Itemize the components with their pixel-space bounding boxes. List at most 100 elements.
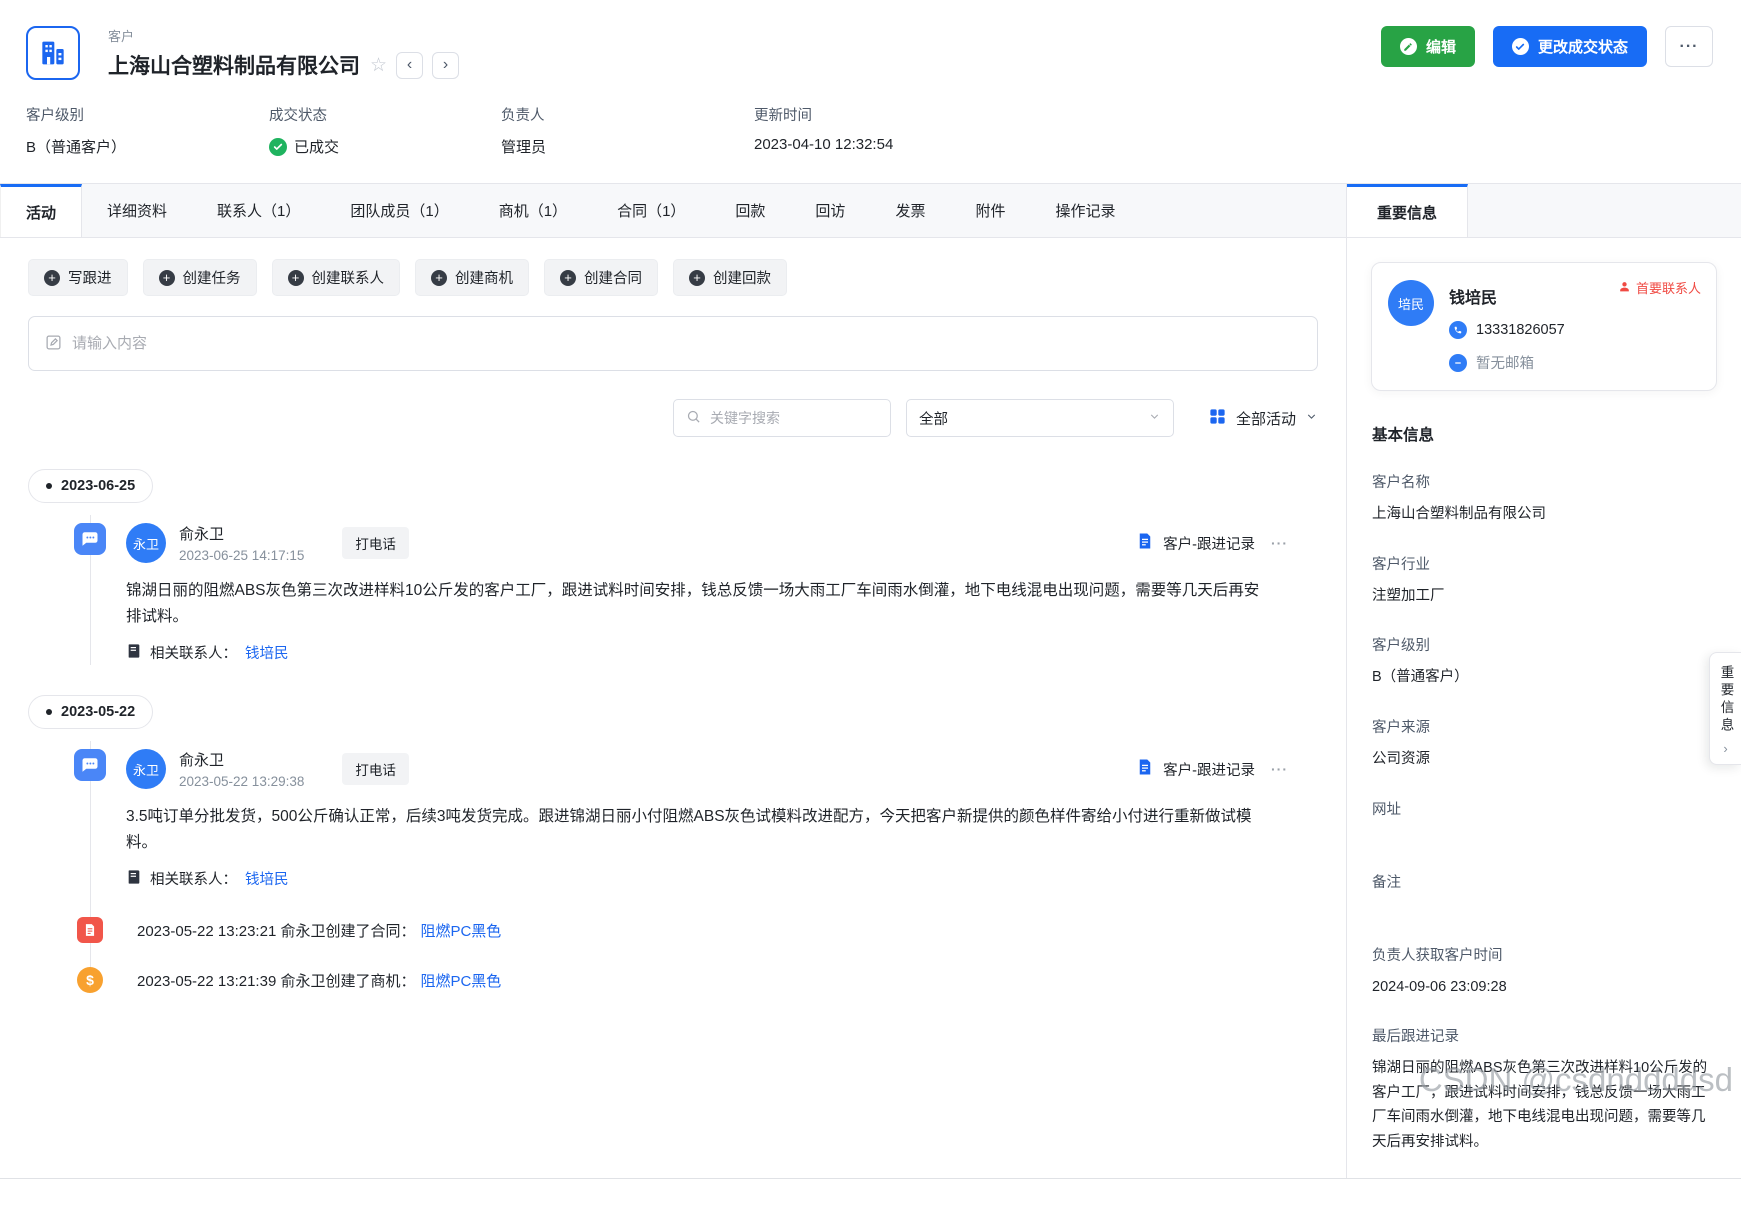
info-label: 负责人获取客户时间 — [1372, 947, 1503, 964]
record-content: 3.5吨订单分批发货，500公斤确认正常，后续3吨发货完成。跟进锦湖日丽小付阻燃… — [126, 808, 1252, 851]
tab-receivables[interactable]: 回款 — [710, 184, 790, 237]
create-task-button[interactable]: + 创建任务 — [142, 259, 257, 296]
search-icon — [686, 409, 701, 427]
summary-fields: 客户级别 B（普通客户） 成交状态 已成交 负责人 管理员 更新时间 2023-… — [26, 104, 1713, 183]
tab-important-info[interactable]: 重要信息 — [1347, 184, 1469, 237]
edit-pencil-icon — [1399, 38, 1417, 55]
star-icon[interactable]: ☆ — [370, 54, 387, 77]
info-value — [1372, 829, 1716, 845]
field-value: 2023-04-10 12:32:54 — [754, 136, 894, 153]
info-label: 备注 — [1372, 874, 1401, 891]
dot-icon — [46, 709, 52, 716]
page-title: 上海山合塑料制品有限公司 — [108, 55, 360, 78]
tab-contracts[interactable]: 合同（1） — [592, 184, 710, 237]
info-label: 网址 — [1372, 801, 1401, 818]
field-label: 客户级别 — [26, 108, 84, 124]
edit-button[interactable]: 编辑 — [1380, 26, 1475, 67]
quick-actions: + 写跟进 + 创建任务 + 创建联系人 + 创建商机 + 创建合同 + 创建回… — [28, 259, 1318, 296]
collapse-tab-label: 重要信息 — [1718, 665, 1734, 735]
info-label: 客户行业 — [1372, 556, 1430, 573]
activity-scope-dropdown[interactable]: 全部活动 — [1208, 407, 1318, 430]
record-user: 俞永卫 — [179, 752, 225, 770]
compose-pencil-icon — [45, 334, 62, 354]
money-icon: $ — [77, 967, 103, 994]
basic-info-title: 基本信息 — [1372, 427, 1435, 444]
person-icon — [1618, 280, 1631, 296]
tab-opportunities[interactable]: 商机（1） — [474, 184, 592, 237]
info-field-remark: 备注 — [1372, 871, 1716, 918]
create-opportunity-button[interactable]: + 创建商机 — [415, 259, 529, 296]
field-label: 负责人 — [501, 108, 545, 124]
primary-contact-badge: 首要联系人 — [1618, 278, 1701, 297]
info-value: 注塑加工厂 — [1372, 587, 1445, 604]
contact-phone: 13331826057 — [1476, 322, 1565, 338]
plus-icon: + — [560, 269, 576, 286]
check-icon — [1511, 38, 1529, 55]
activity-filters: 全部 — [28, 399, 1318, 437]
record-doc-icon — [1136, 758, 1154, 780]
followup-input[interactable] — [72, 335, 1301, 352]
tab-return-visits[interactable]: 回访 — [790, 184, 870, 237]
write-followup-button[interactable]: + 写跟进 — [28, 259, 128, 296]
create-contact-button[interactable]: + 创建联系人 — [271, 259, 400, 296]
followup-type-tag: 打电话 — [342, 527, 409, 559]
record-source: 客户-跟进记录 — [1136, 758, 1255, 780]
more-actions-button[interactable]: ··· — [1665, 26, 1713, 67]
user-avatar: 永卫 — [126, 749, 166, 790]
timeline-date-badge: 2023-06-25 — [28, 469, 154, 503]
tab-invoices[interactable]: 发票 — [870, 184, 950, 237]
chevron-down-icon — [1305, 410, 1318, 427]
tab-operation-log[interactable]: 操作记录 — [1030, 184, 1140, 237]
opportunity-created-event: $ 2023-05-22 13:21:39 俞永卫创建了商机： 阻燃PC黑色 — [28, 967, 1318, 994]
email-icon — [1449, 353, 1467, 372]
important-info-collapse-tab[interactable]: 重要信息 › — [1709, 652, 1741, 765]
related-contact-link[interactable]: 钱培民 — [245, 868, 289, 889]
info-field-industry: 客户行业 注塑加工厂 — [1372, 553, 1716, 609]
field-value: B（普通客户） — [26, 139, 127, 156]
tab-contacts[interactable]: 联系人（1） — [192, 184, 325, 237]
record-source: 客户-跟进记录 — [1136, 532, 1255, 554]
prev-customer-button[interactable]: ‹ — [396, 51, 424, 79]
tab-team-members[interactable]: 团队成员（1） — [325, 184, 473, 237]
phone-icon — [1449, 321, 1467, 339]
info-field-last-followup: 最后跟进记录 锦湖日丽的阻燃ABS灰色第三次改进样料10公斤发的客户工厂，跟进试… — [1372, 1025, 1716, 1155]
info-value: 2024-09-06 23:09:28 — [1372, 978, 1507, 995]
keyword-search-input[interactable] — [709, 410, 878, 426]
info-label: 客户名称 — [1372, 475, 1430, 491]
user-avatar: 永卫 — [126, 523, 166, 563]
record-doc-icon — [1136, 532, 1154, 554]
activity-panel: 活动 详细资料 联系人（1） 团队成员（1） 商机（1） 合同（1） 回款 回访… — [0, 184, 1347, 1178]
change-deal-status-button[interactable]: 更改成交状态 — [1492, 26, 1647, 67]
info-value — [1372, 902, 1716, 918]
contact-phone-row: 13331826057 — [1449, 321, 1565, 339]
contract-link[interactable]: 阻燃PC黑色 — [420, 920, 501, 941]
related-contact-icon — [126, 869, 142, 889]
next-customer-button[interactable]: › — [432, 51, 460, 79]
tab-attachments[interactable]: 附件 — [950, 184, 1030, 237]
followup-record: 永卫 俞永卫 2023-05-22 13:29:38 打电话 客户-跟进记录 ·… — [28, 749, 1318, 889]
entity-type-label: 客户 — [108, 29, 135, 44]
record-content: 锦湖日丽的阻燃ABS灰色第三次改进样料10公斤发的客户工厂，跟进试料时间安排，钱… — [126, 582, 1260, 625]
create-receivable-button[interactable]: + 创建回款 — [673, 259, 787, 296]
contract-created-event: 2023-05-22 13:23:21 俞永卫创建了合同： 阻燃PC黑色 — [28, 917, 1318, 944]
create-contract-button[interactable]: + 创建合同 — [544, 259, 658, 296]
record-more-menu-icon[interactable]: ··· — [1271, 761, 1288, 777]
info-field-level: 客户级别 B（普通客户） — [1372, 634, 1716, 690]
type-filter-select[interactable]: 全部 — [905, 399, 1174, 437]
dot-icon — [46, 483, 52, 489]
field-deal-status: 成交状态 已成交 — [269, 104, 501, 157]
tab-details[interactable]: 详细资料 — [82, 184, 192, 237]
related-contact-label: 相关联系人： — [150, 872, 237, 889]
info-value: 公司资源 — [1372, 750, 1430, 767]
record-time: 2023-06-25 14:17:15 — [179, 548, 305, 563]
record-more-menu-icon[interactable]: ··· — [1271, 535, 1288, 551]
record-time: 2023-05-22 13:29:38 — [179, 774, 305, 790]
customer-header: 客户 上海山合塑料制品有限公司 ☆ ‹ › 编辑 更改成交状态 ··· 客户级别… — [0, 0, 1741, 183]
related-contact-link[interactable]: 钱培民 — [245, 642, 289, 663]
field-update-time: 更新时间 2023-04-10 12:32:54 — [754, 104, 893, 157]
related-contact-icon — [126, 643, 142, 663]
tab-activity[interactable]: 活动 — [0, 184, 83, 237]
primary-contact-card[interactable]: 首要联系人 培民 钱培民 13331826057 暂无邮箱 — [1371, 262, 1717, 391]
opportunity-link[interactable]: 阻燃PC黑色 — [420, 970, 501, 991]
field-label: 成交状态 — [269, 108, 327, 124]
